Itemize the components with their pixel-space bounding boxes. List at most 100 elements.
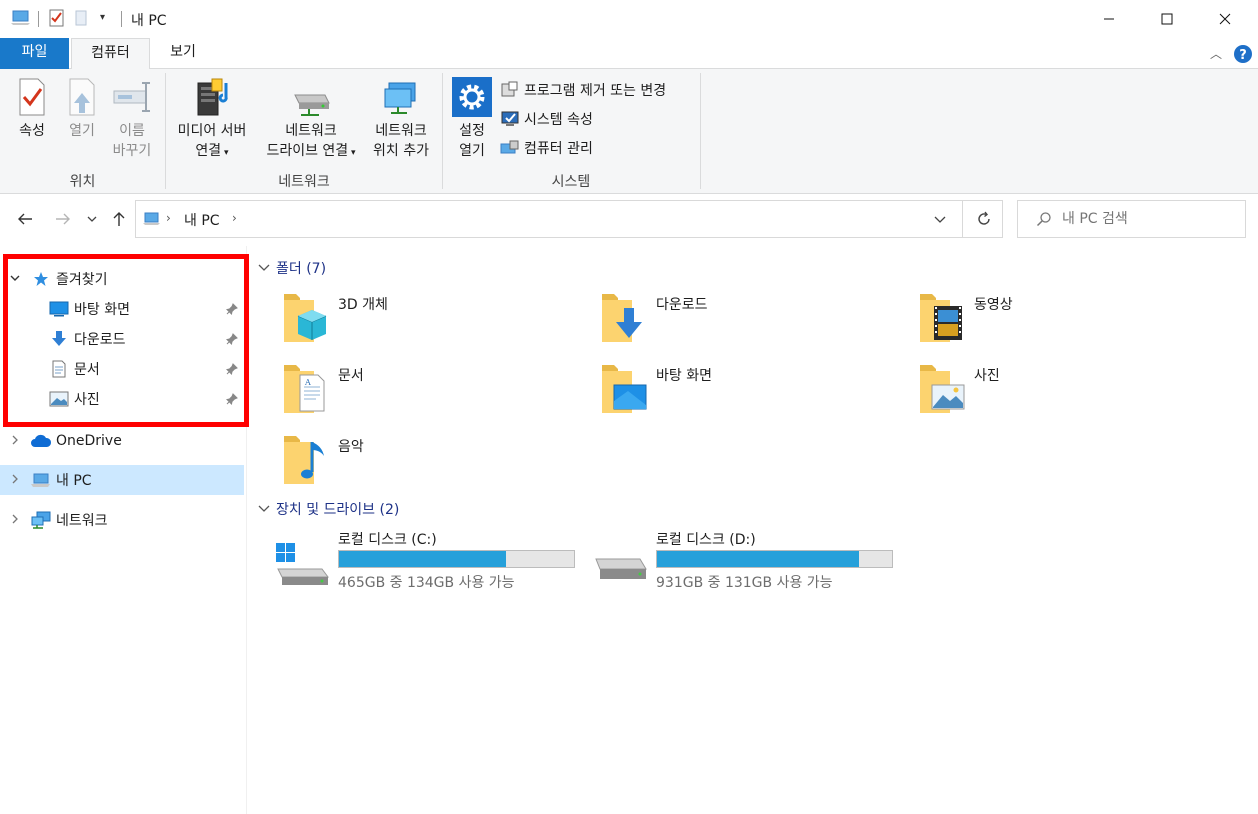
- navigation-bar: › 내 PC ›: [0, 194, 1258, 246]
- add-network-location-button[interactable]: 네트워크 위치 추가: [368, 77, 434, 161]
- group-label-network: 네트워크: [278, 174, 330, 190]
- collapse-ribbon-icon[interactable]: ︿: [1210, 45, 1222, 62]
- desktop-icon: [48, 301, 70, 317]
- help-icon[interactable]: ?: [1233, 44, 1253, 67]
- tab-file[interactable]: 파일: [0, 38, 69, 69]
- computer-management-icon: [500, 140, 519, 154]
- this-pc-icon: [142, 210, 162, 231]
- properties-button[interactable]: 속성: [12, 77, 52, 141]
- folder-3d-objects[interactable]: 3D 개체: [280, 290, 580, 354]
- pictures-folder-icon: [920, 365, 965, 413]
- system-properties-button[interactable]: 시스템 속성: [500, 108, 593, 130]
- folder-pictures[interactable]: 사진: [916, 361, 1216, 425]
- videos-folder-icon: [920, 294, 962, 342]
- minimize-button[interactable]: [1086, 0, 1132, 38]
- uninstall-program-button[interactable]: 프로그램 제거 또는 변경: [500, 79, 666, 101]
- drive-d-info: 931GB 중 131GB 사용 가능: [656, 575, 833, 591]
- chevron-down-icon[interactable]: [258, 262, 270, 275]
- chevron-right-icon[interactable]: [0, 514, 30, 527]
- nav-downloads[interactable]: 다운로드: [0, 324, 244, 354]
- chevron-right-icon[interactable]: [0, 474, 30, 487]
- properties-quick-icon[interactable]: [48, 9, 66, 30]
- up-arrow-icon: [113, 212, 125, 226]
- close-icon: [1219, 13, 1231, 25]
- folders-section-header[interactable]: 폴더 (7): [258, 258, 326, 278]
- new-folder-quick-icon[interactable]: [74, 9, 88, 30]
- download-icon: [48, 330, 70, 348]
- group-label-location: 위치: [69, 174, 96, 190]
- drive-c[interactable]: 로컬 디스크 (C:) 465GB 중 134GB 사용 가능: [274, 529, 584, 591]
- recent-locations-button[interactable]: [84, 208, 100, 230]
- back-button[interactable]: [14, 208, 36, 230]
- properties-icon: [19, 78, 45, 116]
- refresh-icon: [978, 211, 990, 225]
- nav-quick-access[interactable]: 즐겨찾기: [0, 264, 244, 294]
- folder-desktop[interactable]: 바탕 화면: [598, 361, 898, 425]
- drive-c-name: 로컬 디스크 (C:): [338, 532, 437, 548]
- address-history-button[interactable]: [934, 213, 946, 227]
- rename-icon: [113, 82, 150, 112]
- documents-folder-icon: A: [284, 365, 325, 413]
- drive-d[interactable]: 로컬 디스크 (D:) 931GB 중 131GB 사용 가능: [592, 529, 902, 591]
- nav-desktop[interactable]: 바탕 화면: [0, 294, 244, 324]
- connect-media-server-button[interactable]: 미디어 서버 연결 ▾: [170, 77, 254, 163]
- tab-computer[interactable]: 컴퓨터: [71, 38, 150, 70]
- forward-arrow-icon: [56, 213, 70, 225]
- star-icon: [30, 271, 52, 287]
- breadcrumb-this-pc[interactable]: 내 PC: [184, 210, 220, 230]
- folder-documents[interactable]: A 문서: [280, 361, 580, 425]
- settings-gear-icon: [452, 77, 492, 117]
- drives-section-header[interactable]: 장치 및 드라이브 (2): [258, 499, 399, 519]
- folder-videos[interactable]: 동영상: [916, 290, 1216, 354]
- forward-button[interactable]: [52, 208, 74, 230]
- pin-icon[interactable]: [225, 363, 238, 379]
- system-properties-icon: [501, 111, 519, 126]
- pin-icon[interactable]: [225, 333, 238, 349]
- tab-view[interactable]: 보기: [153, 38, 213, 69]
- nav-this-pc[interactable]: 내 PC: [0, 465, 244, 495]
- group-label-system: 시스템: [551, 174, 591, 190]
- up-button[interactable]: [108, 208, 130, 230]
- pictures-icon: [48, 391, 70, 407]
- maximize-button[interactable]: [1144, 0, 1190, 38]
- nav-pictures[interactable]: 사진: [0, 384, 244, 414]
- open-icon: [69, 78, 95, 116]
- chevron-right-icon[interactable]: [0, 435, 30, 448]
- ribbon-tabs: 파일 컴퓨터 보기 ︿ ?: [0, 38, 1258, 70]
- nav-documents[interactable]: 문서: [0, 354, 244, 384]
- pin-icon[interactable]: [225, 303, 238, 319]
- chevron-down-icon[interactable]: [258, 503, 270, 516]
- rename-button[interactable]: 이름 바꾸기: [108, 77, 156, 161]
- chevron-down-icon: [934, 216, 946, 223]
- network-icon: [30, 511, 52, 529]
- nav-onedrive[interactable]: OneDrive: [0, 426, 244, 456]
- search-box[interactable]: [1017, 200, 1246, 238]
- search-input[interactable]: [1062, 209, 1232, 229]
- pin-icon[interactable]: [225, 393, 238, 409]
- open-button[interactable]: 열기: [62, 77, 102, 141]
- 3d-objects-folder-icon: [284, 294, 327, 342]
- maximize-icon: [1161, 13, 1173, 25]
- media-server-icon: [197, 78, 228, 116]
- ribbon: 속성 열기 이름 바꾸기 위치 미디어 서버 연결 ▾ 네트워크 드라이브 연결…: [0, 69, 1258, 194]
- chevron-down-icon[interactable]: [0, 273, 30, 286]
- address-bar[interactable]: › 내 PC ›: [135, 200, 1003, 238]
- nav-network[interactable]: 네트워크: [0, 505, 244, 535]
- svg-text:A: A: [304, 378, 311, 387]
- breadcrumb-chevron-icon[interactable]: ›: [166, 211, 171, 225]
- window-title: 내 PC: [131, 13, 167, 29]
- downloads-folder-icon: [602, 294, 642, 342]
- close-button[interactable]: [1202, 0, 1248, 38]
- computer-management-button[interactable]: 컴퓨터 관리: [500, 137, 593, 159]
- network-drive-icon: [294, 94, 330, 116]
- windows-drive-icon: [276, 543, 329, 585]
- breadcrumb-chevron-icon[interactable]: ›: [232, 211, 237, 225]
- title-bar: ▾ 내 PC: [0, 0, 1258, 38]
- folder-music[interactable]: 음악: [280, 432, 580, 496]
- drive-c-info: 465GB 중 134GB 사용 가능: [338, 575, 515, 591]
- customize-quick-access-icon[interactable]: ▾: [100, 12, 105, 23]
- folder-downloads[interactable]: 다운로드: [598, 290, 898, 354]
- refresh-button[interactable]: [976, 211, 992, 230]
- open-settings-button[interactable]: 설정 열기: [450, 77, 494, 161]
- map-network-drive-button[interactable]: 네트워크 드라이브 연결 ▾: [256, 77, 366, 163]
